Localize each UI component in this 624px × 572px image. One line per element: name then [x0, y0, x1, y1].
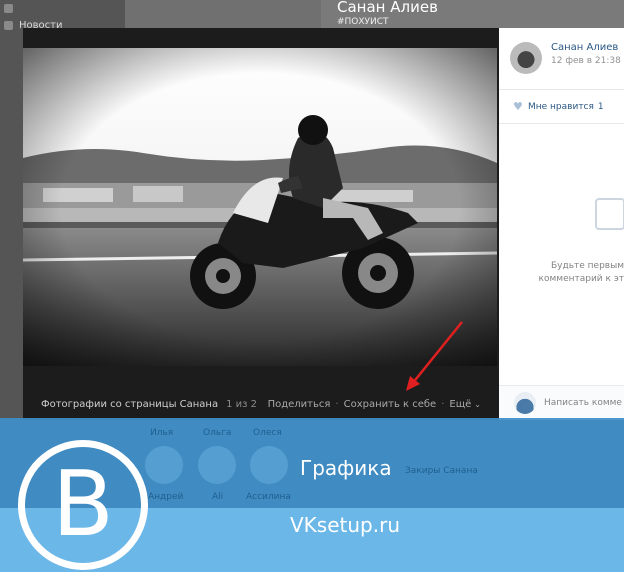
nav-icon — [4, 4, 13, 13]
background-profile-name: Санан Алиев — [337, 0, 438, 16]
photo-caption-bar: Фотографии со страницы Санана 1 из 2 Под… — [23, 393, 499, 415]
friend-avatar — [198, 446, 236, 484]
like-count: 1 — [597, 101, 604, 112]
empty-text-line1: Будьте первым — [550, 261, 624, 271]
friend-name: Ассилина — [246, 492, 291, 502]
author-avatar[interactable] — [510, 42, 542, 74]
empty-comments-text: Будьте первым комментарий к эт — [499, 260, 624, 286]
photo-side-panel: Санан Алиев 12 фев в 21:38 ♥ Мне нравитс… — [499, 28, 624, 420]
separator-dot: · — [441, 398, 445, 410]
friend-name: Закиры Санана — [405, 466, 478, 476]
save-to-me-link[interactable]: Сохранить к себе — [344, 399, 437, 410]
album-caption[interactable]: Фотографии со страницы Санана — [41, 399, 218, 410]
vk-logo-letter: B — [52, 452, 114, 557]
photo-counter: 1 из 2 — [226, 398, 257, 410]
photo-actions: Поделиться · Сохранить к себе · Ещё ⌄ — [268, 399, 481, 410]
post-header: Санан Алиев 12 фев в 21:38 — [499, 28, 624, 90]
banner-site: VKsetup.ru — [290, 513, 400, 537]
like-label: Мне нравится — [528, 101, 594, 112]
friend-avatar — [145, 446, 183, 484]
friend-name: Ольга — [203, 428, 232, 438]
friend-name: Илья — [150, 428, 174, 438]
vksetup-banner: Илья Ольга Олеся Андрей Ali Ассилина Зак… — [0, 418, 624, 572]
current-user-avatar — [514, 392, 536, 414]
friend-name: Андрей — [148, 492, 184, 502]
news-icon — [4, 21, 13, 30]
banner-title: Графика — [300, 456, 392, 480]
like-button[interactable]: ♥ Мне нравится 1 — [499, 90, 624, 124]
comment-input-placeholder[interactable]: Написать комме — [544, 398, 622, 408]
heart-icon: ♥ — [513, 99, 523, 113]
screenshot-root: Новости Санан Алиев #ПОХУИСТ Фотографии … — [0, 0, 624, 572]
background-profile-status: #ПОХУИСТ — [337, 17, 389, 27]
share-link[interactable]: Поделиться — [268, 399, 331, 410]
friend-name: Ali — [212, 492, 224, 502]
chevron-down-icon[interactable]: ⌄ — [474, 400, 481, 409]
more-link[interactable]: Ещё — [449, 399, 471, 410]
friend-name: Олеся — [253, 428, 282, 438]
comment-bubble-icon — [595, 198, 624, 230]
comment-input-bar[interactable]: Написать комме — [499, 385, 624, 420]
post-date[interactable]: 12 фев в 21:38 — [551, 56, 621, 66]
author-name-link[interactable]: Санан Алиев — [551, 42, 618, 53]
empty-text-line2: комментарий к эт — [538, 274, 624, 284]
friend-avatar — [250, 446, 288, 484]
separator-dot: · — [335, 398, 339, 410]
bg-nav-item — [0, 0, 125, 17]
photo-image[interactable] — [23, 48, 497, 366]
